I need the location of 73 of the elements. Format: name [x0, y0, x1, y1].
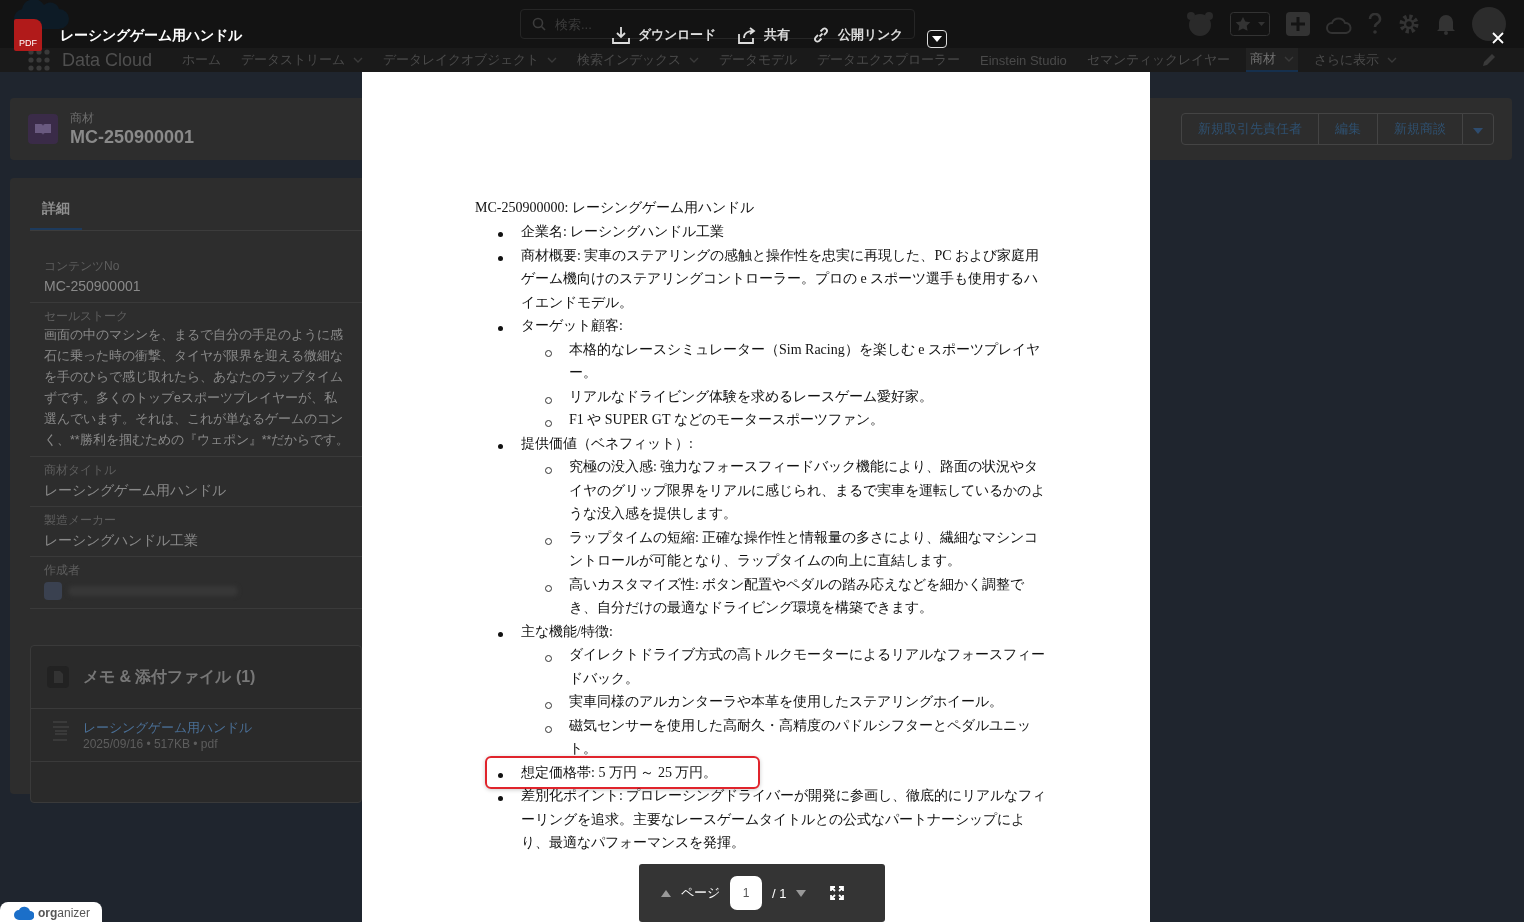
caret-icon [932, 36, 942, 42]
list-item-text: 究極の没入感: 強力なフォースフィードバック機能により、路面の状況やタイヤのグリップ限界をリアルに感じられ、まるで実車を運転しているかのような没入感を提供します。 [568, 458, 1046, 523]
list-item-text: 企業名: レーシングハンドル工業 [520, 223, 725, 241]
list-item-text: 商材概要: 実車のステアリングの感触と操作性を忠実に再現した、PC および家庭用ゲーム機向けのステアリングコントローラー。プロの e スポーツ選手も使用するハイエンドモデル。 [520, 246, 1040, 312]
download-icon [612, 26, 630, 44]
plus-icon[interactable] [1286, 12, 1310, 36]
caret-icon [1473, 127, 1483, 134]
action-button[interactable]: 編集 [1318, 113, 1378, 145]
chevron-down-icon [353, 57, 364, 63]
notes-title: メモ & 添付ファイル (1) [83, 666, 256, 687]
bullet-icon [498, 232, 503, 237]
field-value: レーシングハンドル工業 [44, 531, 199, 550]
more-actions-button[interactable] [1462, 113, 1494, 145]
help-icon[interactable] [1368, 13, 1382, 35]
close-icon [1492, 31, 1504, 44]
settings-icon[interactable] [1398, 13, 1420, 35]
bell-icon[interactable] [1436, 13, 1456, 35]
bullet-icon [498, 796, 503, 801]
nav-tab[interactable]: 商材 [1245, 48, 1298, 72]
next-page-icon[interactable] [796, 889, 807, 897]
list-item-text: 提供価値（ベネフィット）: [520, 434, 693, 453]
action-button[interactable]: 新規取引先責任者 [1181, 113, 1319, 145]
chevron-down-icon [1283, 56, 1294, 62]
avatar [44, 582, 62, 600]
list-item-text: 高いカスタマイズ性: ボタン配置やペダルの踏み応えなどを細かく調整でき、自分だけの最適なドライビング環境を構築できます。 [568, 575, 1026, 617]
list-item-text: ラップタイムの短縮: 正確な操作性と情報量の多さにより、繊細なマシンコントロールが可能となり、ラップタイムの向上に直結します。 [568, 528, 1040, 570]
chevron-down-icon [689, 57, 700, 63]
bullet-icon [498, 631, 503, 637]
dropdown-button[interactable] [927, 30, 947, 48]
list-item-text: 磁気センサーを使用した高耐久・高精度のパドルシフターとペダルユニット。 [568, 716, 1032, 758]
chevron-down-icon [1386, 57, 1397, 63]
record-name: MC-250900001 [70, 127, 195, 148]
favorites-icon[interactable] [1230, 12, 1270, 36]
file-link[interactable]: レーシングゲーム用ハンドル [83, 719, 252, 737]
document-title: MC-250900000: レーシングゲーム用ハンドル [475, 199, 755, 217]
list-item-text: ターゲット顧客: [520, 317, 623, 335]
field-value: MC-250900001 [44, 277, 142, 296]
pencil-icon[interactable] [1482, 53, 1496, 67]
list-item-text: 想定価格帯: 5 万円 ～ 25 万円。 [520, 763, 718, 782]
search-icon [532, 17, 546, 31]
fullscreen-icon[interactable] [830, 886, 845, 900]
bullet-icon [498, 443, 503, 449]
action-button[interactable]: 新規商談 [1377, 113, 1463, 145]
field-value: レーシングゲーム用ハンドル [44, 481, 227, 500]
bullet-icon [498, 772, 503, 778]
list-item-text: 差別化ポイント: プロレーシングドライバーが開発に参画し、徹底的にリアルなフィーリングを追求。主要なレースゲームタイトルとの公式なパートナーシップにより、最適なパフォーマンスを発揮。 [520, 787, 1048, 852]
link-icon [812, 26, 830, 44]
cloud-icon [14, 906, 34, 920]
previous-page-icon[interactable] [661, 889, 671, 897]
book-icon [28, 114, 58, 144]
organizer-badge[interactable]: organizer [0, 902, 103, 922]
mascot-icon[interactable] [1186, 11, 1214, 37]
organizer-label: organizer [38, 906, 91, 920]
field-value: 画面の中のマシンを、まるで自分の手足のように感 石に乗った時の衝撃、タイヤが限界を迎える微細な を手のひらで感じ取れたら、あなたのラップタイム ずです。多くのトップeスポーツプレイヤーが、私 選んでいます。それは、これが単なるゲームのコン く、**勝利を掴むための『ウェポン』**だからです。 [44, 327, 351, 449]
list-item-text: 実車同様のアルカンターラや本革を使用したステアリングホイール。 [568, 693, 1003, 711]
app-launcher-icon[interactable] [28, 49, 50, 71]
page-label: ページ [681, 884, 720, 902]
page-total: / 1 [772, 885, 787, 901]
details-tab[interactable]: 詳細 [30, 194, 82, 230]
page-number-field[interactable]: 1 [730, 876, 762, 910]
list-item-text: 主な機能/特徴: [520, 622, 613, 641]
object-label: 商材 [70, 110, 95, 127]
list-item-text: ダイレクトドライブ方式の高トルクモーターによるリアルなフォースフィードバック。 [568, 646, 1046, 688]
list-item-text: F1 や SUPER GT などのモータースポーツファン。 [568, 411, 884, 429]
bullet-icon [498, 255, 503, 261]
avatar[interactable] [1472, 7, 1506, 41]
pdf-file-icon: PDF [14, 19, 42, 51]
file-title: レーシングゲーム用ハンドル [60, 27, 242, 45]
bullet-icon [498, 326, 503, 331]
list-item-text: 本格的なレースシミュレーター（Sim Racing）を楽しむ e スポーツプレイヤー。 [568, 340, 1041, 382]
list-item-text: リアルなドライビング体験を求めるレースゲーム愛好家。 [568, 387, 933, 406]
chevron-down-icon [547, 57, 558, 63]
share-icon [738, 26, 756, 44]
